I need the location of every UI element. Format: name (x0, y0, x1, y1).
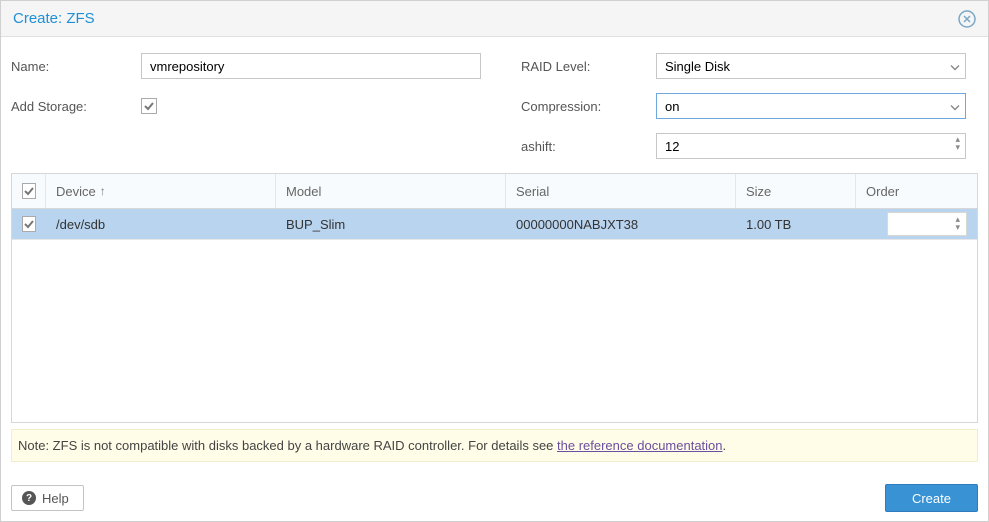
column-header-serial[interactable]: Serial (506, 174, 736, 208)
dialog-footer: ? Help Create (1, 476, 988, 520)
disk-grid: Device ↑ Model Serial Size Order (11, 173, 978, 423)
add-storage-checkbox[interactable] (141, 98, 157, 114)
raid-level-label: RAID Level: (521, 59, 656, 74)
column-label: Model (286, 184, 321, 199)
column-header-size[interactable]: Size (736, 174, 856, 208)
note-text: Note: ZFS is not compatible with disks b… (18, 438, 557, 453)
column-header-device[interactable]: Device ↑ (46, 174, 276, 208)
grid-body: /dev/sdb BUP_Slim 00000000NABJXT38 1.00 … (12, 209, 977, 422)
note-suffix: . (723, 438, 727, 453)
help-label: Help (42, 491, 69, 506)
documentation-link[interactable]: the reference documentation (557, 438, 723, 453)
help-icon: ? (22, 491, 36, 505)
cell-size: 1.00 TB (736, 209, 856, 239)
create-button[interactable]: Create (885, 484, 978, 512)
compression-select[interactable] (656, 93, 966, 119)
add-storage-label: Add Storage: (11, 99, 141, 114)
dialog-title: Create: ZFS (13, 10, 958, 27)
column-label: Serial (516, 184, 549, 199)
dialog-window: Create: ZFS Name: RAID Level: Add Storag… (0, 0, 989, 522)
column-label: Device (56, 184, 96, 199)
help-button[interactable]: ? Help (11, 485, 84, 511)
form-area: Name: RAID Level: Add Storage: Compressi… (1, 37, 988, 159)
spinner-icon: ▴▾ (955, 215, 960, 231)
table-row[interactable]: /dev/sdb BUP_Slim 00000000NABJXT38 1.00 … (12, 209, 977, 240)
note-bar: Note: ZFS is not compatible with disks b… (11, 429, 978, 462)
cell-order[interactable]: ▴▾ (856, 209, 977, 239)
column-label: Size (746, 184, 771, 199)
raid-level-value[interactable] (656, 53, 966, 79)
select-all-checkbox[interactable] (22, 183, 36, 199)
titlebar: Create: ZFS (1, 1, 988, 37)
grid-header: Device ↑ Model Serial Size Order (12, 174, 977, 209)
cell-model: BUP_Slim (276, 209, 506, 239)
raid-level-select[interactable] (656, 53, 966, 79)
ashift-label: ashift: (521, 139, 656, 154)
name-input[interactable] (141, 53, 481, 79)
ashift-input[interactable]: ▴▾ (656, 133, 966, 159)
cell-serial: 00000000NABJXT38 (506, 209, 736, 239)
compression-value[interactable] (656, 93, 966, 119)
sort-asc-icon: ↑ (100, 184, 106, 198)
order-spinner[interactable]: ▴▾ (887, 212, 967, 236)
column-label: Order (866, 184, 899, 199)
row-checkbox[interactable] (22, 216, 36, 232)
cell-device: /dev/sdb (46, 209, 276, 239)
column-header-order[interactable]: Order (856, 174, 977, 208)
compression-label: Compression: (521, 99, 656, 114)
column-header-model[interactable]: Model (276, 174, 506, 208)
ashift-value[interactable] (656, 133, 966, 159)
name-label: Name: (11, 59, 141, 74)
close-icon[interactable] (958, 10, 976, 28)
